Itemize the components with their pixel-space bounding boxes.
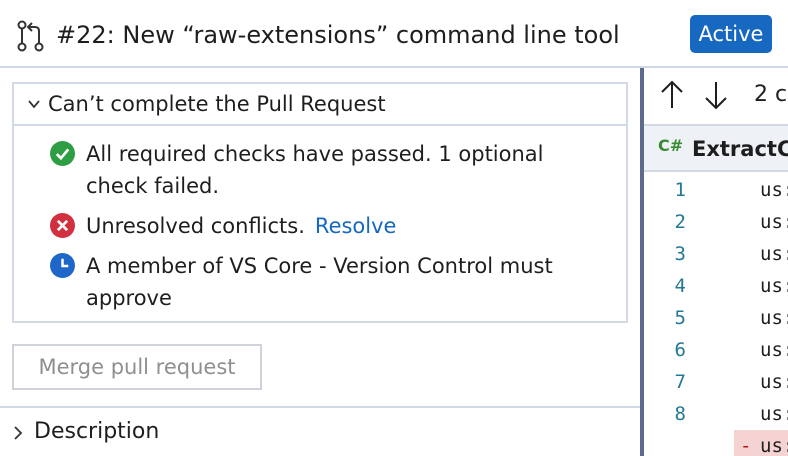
success-check-icon <box>50 141 75 166</box>
conflict-text: Unresolved conflicts. <box>86 214 305 238</box>
diff-nav-bar: 2 ch <box>644 68 788 124</box>
code-line: 5 us: <box>644 302 788 334</box>
deletion-marker: - <box>740 435 752 456</box>
code-text: us: <box>760 243 788 265</box>
pr-header: #22: New “raw-extensions” command line t… <box>0 0 788 68</box>
line-number: 3 <box>674 243 686 265</box>
chevron-right-icon[interactable] <box>12 426 24 440</box>
csharp-file-icon: C# <box>658 136 684 155</box>
description-label: Description <box>34 419 160 444</box>
check-text: Unresolved conflicts. Resolve <box>86 210 586 242</box>
diff-pane: 2 ch C# ExtractC 1 us: 2 us: 3 us: 4 us: 5 us… <box>644 68 788 456</box>
code-text: us: <box>760 371 788 393</box>
code-text: us: <box>760 307 788 329</box>
line-number: 4 <box>674 275 686 297</box>
arrow-up-icon[interactable] <box>658 78 686 112</box>
pull-request-icon <box>17 20 44 52</box>
line-number: 7 <box>674 371 686 393</box>
code-line: 3 us: <box>644 238 788 270</box>
pr-overview-pane: Can’t complete the Pull Request All requ… <box>0 68 640 456</box>
code-line: 4 us: <box>644 270 788 302</box>
line-number: 2 <box>674 211 686 233</box>
change-count: 2 ch <box>754 82 788 107</box>
status-badge: Active <box>690 15 772 53</box>
line-number: 1 <box>674 179 686 201</box>
merge-blocked-title: Can’t complete the Pull Request <box>48 92 386 116</box>
code-view[interactable]: 1us: 2us: 3us: 4us: 5us: 6us: 7us: 8us: … <box>644 174 788 456</box>
description-section-header[interactable]: Description <box>0 406 640 456</box>
arrow-down-icon[interactable] <box>702 78 730 112</box>
diff-file-tab[interactable]: C# ExtractC <box>644 124 788 172</box>
page-title: #22: New “raw-extensions” command line t… <box>56 21 620 49</box>
code-text: us: <box>760 435 788 456</box>
merge-blocked-header[interactable]: Can’t complete the Pull Request <box>14 84 626 126</box>
deleted-code-line: - us: <box>644 430 788 456</box>
check-text: A member of VS Core - Version Control mu… <box>86 254 553 310</box>
code-text: us: <box>760 339 788 361</box>
code-line: 7 us: <box>644 366 788 398</box>
code-line: 6 us: <box>644 334 788 366</box>
chevron-down-icon[interactable] <box>28 98 40 110</box>
code-line: 8 us: <box>644 398 788 430</box>
check-text: All required checks have passed. 1 optio… <box>86 142 544 198</box>
code-text: us: <box>760 275 788 297</box>
code-line: 1 us: <box>644 174 788 206</box>
line-number: 5 <box>674 307 686 329</box>
code-text: us: <box>760 211 788 233</box>
merge-blocked-panel: Can’t complete the Pull Request All requ… <box>12 82 628 323</box>
merge-pull-request-button[interactable]: Merge pull request <box>12 344 262 390</box>
file-name: ExtractC <box>692 137 788 161</box>
clock-pending-icon <box>50 253 75 278</box>
code-text: us: <box>760 403 788 425</box>
code-line: 2 us: <box>644 206 788 238</box>
resolve-link[interactable]: Resolve <box>315 214 397 238</box>
error-x-icon <box>50 213 75 238</box>
line-number: 8 <box>674 403 686 425</box>
line-number: 6 <box>674 339 686 361</box>
code-text: us: <box>760 179 788 201</box>
